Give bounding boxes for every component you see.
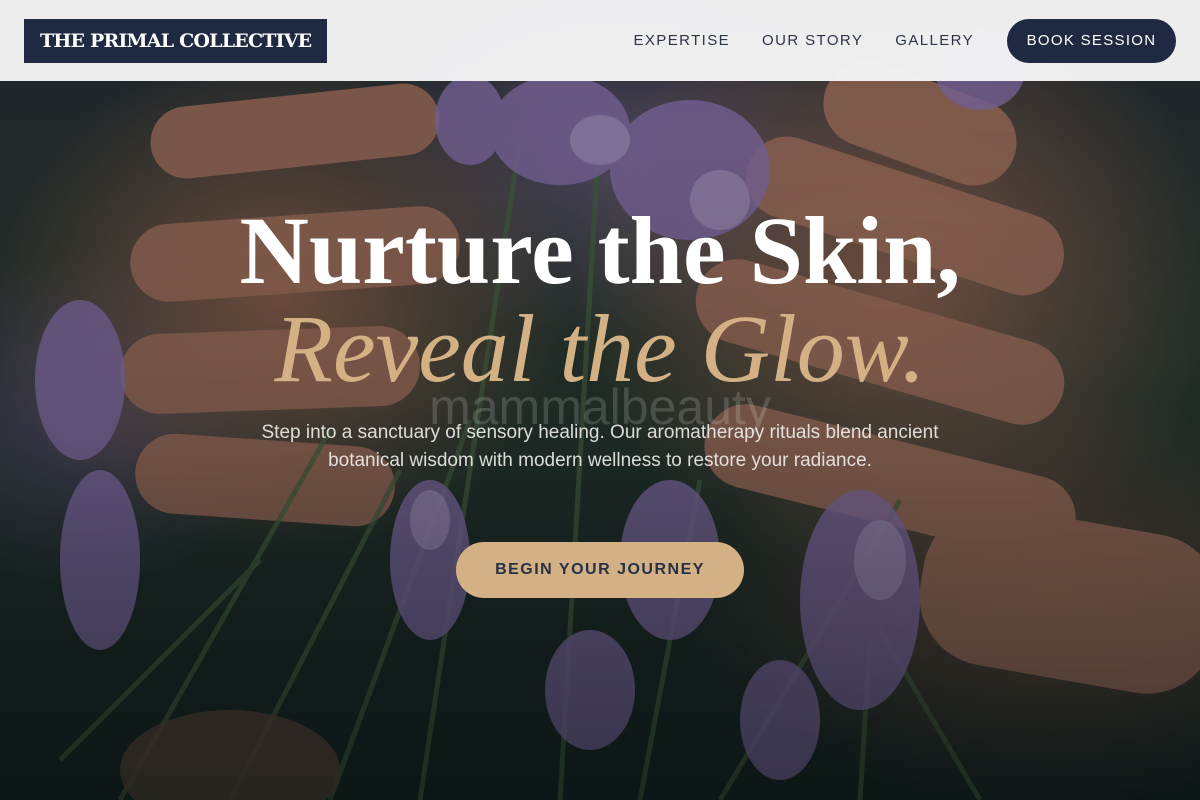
hero-headline-line1: Nurture the Skin, (239, 197, 961, 304)
book-session-button[interactable]: BOOK SESSION (1007, 18, 1176, 63)
begin-journey-button[interactable]: BEGIN YOUR JOURNEY (456, 542, 744, 598)
nav-link-gallery[interactable]: GALLERY (895, 32, 974, 49)
brand-logo[interactable]: THE PRIMAL COLLECTIVE (24, 18, 328, 63)
main-nav: EXPERTISE OUR STORY GALLERY BOOK SESSION (634, 18, 1176, 63)
nav-link-expertise[interactable]: EXPERTISE (634, 32, 731, 49)
nav-link-our-story[interactable]: OUR STORY (762, 32, 863, 49)
hero-section: Nurture the Skin, Reveal the Glow. mamma… (0, 0, 1200, 800)
site-header: THE PRIMAL COLLECTIVE EXPERTISE OUR STOR… (0, 0, 1200, 81)
hero-description: Step into a sanctuary of sensory healing… (261, 422, 939, 471)
